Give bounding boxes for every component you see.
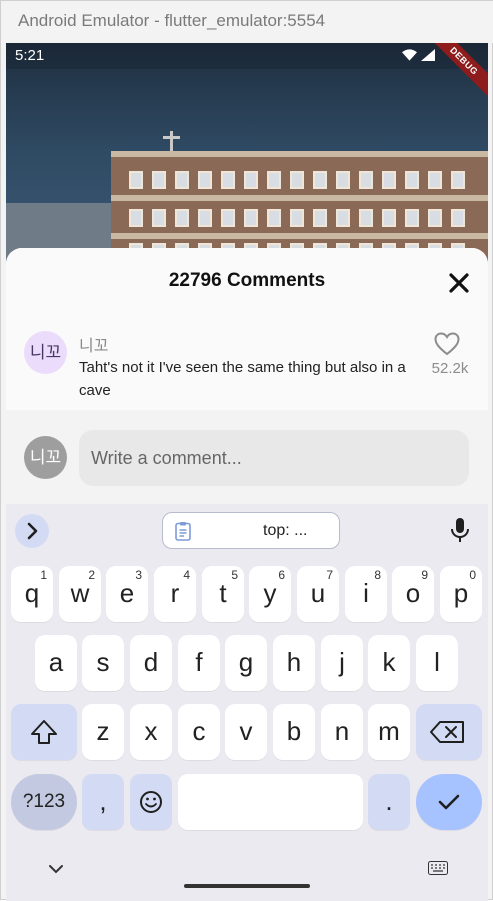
heart-icon[interactable]: [434, 332, 460, 356]
clipboard-icon: [175, 522, 191, 541]
key-d[interactable]: d: [130, 635, 172, 691]
key-y[interactable]: y6: [249, 566, 291, 622]
space-key[interactable]: [178, 774, 363, 830]
like-count: 52.2k: [431, 360, 469, 377]
chevron-down-icon[interactable]: [48, 864, 64, 874]
key-m[interactable]: m: [368, 704, 410, 760]
key-h[interactable]: h: [273, 635, 315, 691]
key-n[interactable]: n: [321, 704, 363, 760]
key-g[interactable]: g: [225, 635, 267, 691]
comments-title: 22796 Comments: [168, 270, 326, 291]
window-titlebar: Android Emulator - flutter_emulator:5554: [1, 1, 493, 43]
key-v[interactable]: v: [225, 704, 267, 760]
background-photo: 5:21 DEBUG: [6, 43, 488, 283]
key-s[interactable]: s: [82, 635, 124, 691]
key-x[interactable]: x: [130, 704, 172, 760]
window-title: Android Emulator - flutter_emulator:5554: [18, 11, 326, 30]
comment-composer: 니꼬: [6, 410, 488, 504]
key-b[interactable]: b: [273, 704, 315, 760]
key-t[interactable]: t5: [202, 566, 244, 622]
comments-header: 22796 Comments: [6, 248, 488, 318]
checkmark-icon: [438, 794, 460, 810]
comma-key[interactable]: ,: [82, 774, 124, 830]
comment-text: Taht's not it I've seen the same thing b…: [79, 359, 406, 399]
phone-screen: 5:21 DEBUG 22796 Comments 니꼬 니꼬 Taht's n…: [6, 43, 488, 901]
home-indicator[interactable]: [184, 884, 310, 888]
chevron-right-icon: [27, 522, 38, 540]
keyboard-expand-button[interactable]: [15, 514, 49, 548]
key-f[interactable]: f: [178, 635, 220, 691]
key-w[interactable]: w2: [59, 566, 101, 622]
enter-key[interactable]: [416, 774, 482, 830]
key-o[interactable]: o9: [392, 566, 434, 622]
comment-author: 니꼬: [79, 338, 109, 355]
status-bar: 5:21: [6, 43, 488, 69]
comment-input[interactable]: [79, 430, 469, 486]
key-l[interactable]: l: [416, 635, 458, 691]
key-j[interactable]: j: [321, 635, 363, 691]
comment-item: 니꼬 니꼬 Taht's not it I've seen the same t…: [6, 318, 488, 410]
key-z[interactable]: z: [82, 704, 124, 760]
photo-mast: [163, 131, 180, 153]
soft-keyboard: top: ... q1 w2 e3 r4 t5 y6 u7 i8 o9 p0 a…: [6, 504, 488, 901]
emoji-key[interactable]: [130, 774, 172, 830]
avatar: 니꼬: [24, 331, 67, 374]
shift-key[interactable]: [11, 704, 77, 760]
key-a[interactable]: a: [35, 635, 77, 691]
key-c[interactable]: c: [178, 704, 220, 760]
microphone-icon[interactable]: [449, 517, 471, 543]
key-e[interactable]: e3: [106, 566, 148, 622]
key-q[interactable]: q1: [11, 566, 53, 622]
key-k[interactable]: k: [368, 635, 410, 691]
period-key[interactable]: .: [368, 774, 410, 830]
comments-sheet: 22796 Comments 니꼬 니꼬 Taht's not it I've …: [6, 248, 488, 504]
emoji-icon: [140, 791, 162, 813]
status-time: 5:21: [15, 47, 45, 64]
signal-icon: [421, 49, 435, 61]
key-i[interactable]: i8: [345, 566, 387, 622]
avatar: 니꼬: [24, 436, 67, 479]
key-p[interactable]: p0: [440, 566, 482, 622]
clipboard-text: top: ...: [263, 522, 308, 539]
shift-icon: [31, 720, 57, 744]
key-r[interactable]: r4: [154, 566, 196, 622]
emulator-window: Android Emulator - flutter_emulator:5554: [0, 0, 493, 901]
symbols-key[interactable]: ?123: [11, 774, 77, 830]
backspace-icon: [430, 721, 464, 743]
wifi-icon: [402, 49, 417, 61]
keyboard-toolbar: top: ...: [6, 504, 488, 554]
keyboard-switch-icon[interactable]: [428, 861, 448, 875]
key-u[interactable]: u7: [297, 566, 339, 622]
backspace-key[interactable]: [416, 704, 482, 760]
clipboard-suggestion[interactable]: top: ...: [162, 512, 340, 549]
close-icon[interactable]: [446, 270, 472, 296]
